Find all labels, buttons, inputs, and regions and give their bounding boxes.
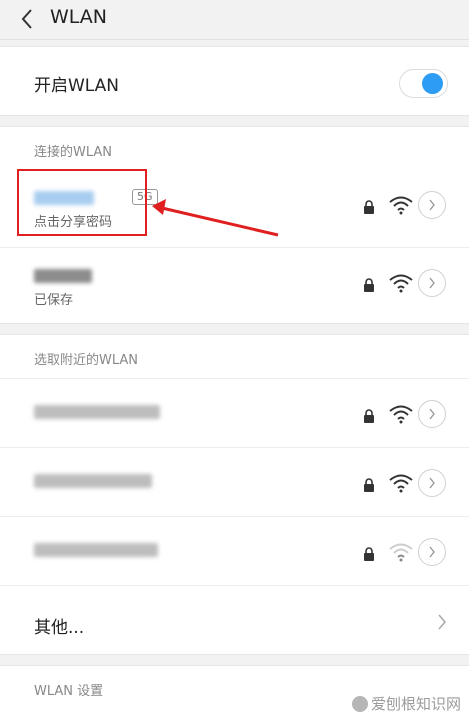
chevron-right-icon	[429, 477, 435, 489]
wlan-toggle-switch[interactable]	[399, 69, 448, 98]
back-button[interactable]	[14, 6, 40, 32]
lock-icon	[364, 409, 374, 423]
wlan-toggle-label: 开启WLAN	[34, 76, 120, 96]
watermark-logo-icon	[351, 695, 368, 712]
network-status: 已保存	[34, 293, 74, 308]
network-name-redacted	[34, 404, 160, 420]
network-details-button[interactable]	[418, 469, 446, 497]
network-row-nearby[interactable]	[0, 378, 469, 447]
wlan-toggle-card: 开启WLAN	[0, 46, 469, 116]
title-bar: WLAN	[0, 0, 469, 40]
redacted-ssid	[34, 405, 160, 419]
network-details-button[interactable]	[418, 538, 446, 566]
page-title: WLAN	[50, 6, 108, 28]
chevron-right-icon	[429, 277, 435, 289]
network-details-button[interactable]	[418, 269, 446, 297]
network-row-nearby[interactable]	[0, 516, 469, 585]
network-details-button[interactable]	[418, 191, 446, 219]
redacted-ssid	[34, 269, 92, 283]
network-name-redacted	[34, 268, 92, 284]
chevron-right-icon	[429, 408, 435, 420]
chevron-left-icon	[21, 9, 32, 29]
toggle-knob	[422, 73, 443, 94]
network-row-nearby[interactable]	[0, 447, 469, 516]
annotation-highlight-box	[17, 169, 147, 236]
network-name-redacted	[34, 473, 152, 489]
network-details-button[interactable]	[418, 400, 446, 428]
chevron-right-icon	[438, 614, 447, 630]
nearby-wlan-card: 选取附近的WLAN 其他...	[0, 334, 469, 655]
wifi-signal-icon	[389, 405, 413, 424]
lock-icon	[364, 278, 374, 292]
watermark-text: 爱刨根知识网	[370, 695, 461, 713]
wifi-signal-icon	[389, 196, 413, 215]
chevron-right-icon	[429, 546, 435, 558]
lock-icon	[364, 200, 374, 214]
network-name-redacted	[34, 542, 158, 558]
wifi-signal-icon	[389, 274, 413, 293]
connected-section-label: 连接的WLAN	[34, 145, 113, 160]
redacted-ssid	[34, 543, 158, 557]
network-row-saved[interactable]: 已保存	[0, 247, 469, 316]
other-network-label: 其他...	[34, 618, 85, 638]
lock-icon	[364, 478, 374, 492]
annotation-arrow-icon	[152, 199, 279, 237]
wlan-settings-label: WLAN 设置	[34, 684, 104, 699]
lock-icon	[364, 547, 374, 561]
watermark: 爱刨根知识网	[351, 693, 461, 714]
redacted-ssid	[34, 474, 152, 488]
nearby-section-label: 选取附近的WLAN	[34, 353, 139, 368]
other-network-row[interactable]: 其他...	[0, 585, 469, 655]
wifi-signal-icon	[389, 474, 413, 493]
chevron-right-icon	[429, 199, 435, 211]
wifi-weak-signal-icon	[389, 543, 413, 562]
